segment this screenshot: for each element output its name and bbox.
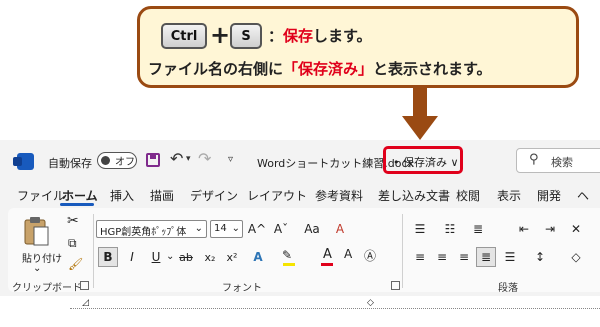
- tab-file[interactable]: ファイル: [17, 187, 65, 204]
- tab-view[interactable]: 表示: [497, 187, 521, 204]
- colon: ：: [268, 27, 284, 45]
- font-name-value: HGP創英角ﾎﾟｯﾌﾟ体: [100, 227, 187, 238]
- search-placeholder: 検索: [551, 156, 573, 169]
- paste-icon[interactable]: [22, 215, 52, 247]
- tab-home-indicator: [60, 203, 94, 206]
- chevron-down-icon: ⌄: [194, 223, 203, 234]
- word-icon: [13, 153, 34, 170]
- tab-mailings[interactable]: 差し込み文書: [378, 187, 450, 204]
- shading-icon[interactable]: ◇: [566, 247, 586, 267]
- font-color-bar: [321, 263, 333, 266]
- distribute-icon[interactable]: ☰: [500, 247, 520, 267]
- group-divider: [402, 214, 403, 288]
- bullets-icon[interactable]: ☰: [410, 219, 430, 239]
- superscript-button[interactable]: x²: [222, 247, 242, 267]
- highlight-saved: 「保存済み」: [283, 60, 374, 78]
- increase-indent-icon[interactable]: ⇥: [540, 219, 560, 239]
- strikethrough-button[interactable]: ab: [176, 247, 196, 267]
- ruler-ticks: [70, 308, 600, 309]
- s-key: S: [230, 23, 262, 49]
- highlight-save: 保存: [283, 27, 314, 45]
- tab-references[interactable]: 参考資料: [315, 187, 363, 204]
- highlighter-icon[interactable]: ✎: [282, 248, 292, 262]
- highlight-color-bar: [283, 263, 295, 266]
- plus-sign: +: [210, 21, 231, 49]
- tab-help[interactable]: ヘ: [577, 187, 589, 204]
- font-group-label: フォント: [222, 283, 262, 294]
- justify-icon[interactable]: ≣: [476, 247, 496, 267]
- underline-button[interactable]: U: [146, 247, 166, 267]
- subscript-button[interactable]: x₂: [200, 247, 220, 267]
- cut-icon[interactable]: ✂: [67, 213, 79, 229]
- numbering-icon[interactable]: ☷: [440, 219, 460, 239]
- callout-line2-post: と表示されます。: [373, 60, 492, 78]
- align-left-icon[interactable]: ≡: [410, 247, 430, 267]
- ctrl-key: Ctrl: [161, 23, 207, 49]
- font-size-value: 14: [214, 223, 227, 234]
- grow-font-button[interactable]: A^: [247, 219, 267, 239]
- tab-design[interactable]: デザイン: [190, 187, 238, 204]
- chevron-down-icon[interactable]: ⌄: [33, 263, 41, 274]
- enclosed-char-icon[interactable]: Ⓐ: [364, 247, 376, 264]
- ruler: [0, 297, 600, 327]
- toggle-knob: [101, 156, 110, 165]
- line-spacing-icon[interactable]: ↕: [530, 247, 550, 267]
- group-divider: [93, 214, 94, 288]
- center-marker-icon[interactable]: ◇: [367, 298, 374, 308]
- autosave-toggle[interactable]: オフ: [97, 152, 137, 169]
- asian-layout-icon[interactable]: ✕: [566, 219, 586, 239]
- font-color-icon[interactable]: A: [323, 247, 332, 262]
- callout-line2: ファイル名の右側に「保存済み」と表示されます。: [148, 58, 492, 79]
- search-input[interactable]: ⚲ 検索: [516, 148, 600, 173]
- font-name-select[interactable]: HGP創英角ﾎﾟｯﾌﾟ体 ⌄: [96, 220, 207, 238]
- callout-line2-pre: ファイル名の右側に: [148, 60, 284, 78]
- decrease-indent-icon[interactable]: ⇤: [514, 219, 534, 239]
- chevron-down-icon: ⌄: [231, 223, 240, 234]
- shrink-font-button[interactable]: Aˇ: [271, 219, 291, 239]
- bold-button[interactable]: B: [98, 247, 118, 267]
- toggle-state: オフ: [115, 157, 135, 168]
- tab-review[interactable]: 校閲: [456, 187, 480, 204]
- indent-marker-icon[interactable]: ◿: [82, 298, 89, 308]
- callout-line1: ：保存します。: [268, 25, 372, 46]
- shortcut-callout: Ctrl + S ：保存します。 ファイル名の右側に「保存済み」と表示されます。: [137, 6, 579, 88]
- font-launcher-icon[interactable]: [391, 281, 400, 290]
- callout-line1-rest: します。: [313, 27, 372, 45]
- text-effects-icon[interactable]: A: [248, 247, 268, 267]
- clear-formatting-button[interactable]: A: [330, 219, 350, 239]
- copy-icon[interactable]: ⧉: [68, 236, 77, 251]
- save-status[interactable]: • 保存済み ∨: [393, 154, 459, 170]
- undo-icon[interactable]: ↶: [170, 149, 183, 168]
- down-arrow-icon: [402, 88, 438, 140]
- tab-draw[interactable]: 描画: [150, 187, 174, 204]
- save-icon[interactable]: [146, 153, 160, 167]
- change-case-button[interactable]: Aa: [302, 219, 322, 239]
- align-center-icon[interactable]: ≡: [432, 247, 452, 267]
- tab-developer[interactable]: 開発: [537, 187, 561, 204]
- tab-home[interactable]: ホーム: [62, 187, 98, 204]
- format-painter-icon[interactable]: 🖌: [68, 257, 83, 271]
- multilevel-list-icon[interactable]: ≣: [468, 219, 488, 239]
- tab-insert[interactable]: 挿入: [110, 187, 134, 204]
- chevron-down-icon[interactable]: ⌄: [166, 251, 174, 262]
- chevron-down-icon[interactable]: ▾: [186, 154, 191, 164]
- clipboard-launcher-icon[interactable]: [80, 281, 89, 290]
- clipboard-group-label: クリップボード: [12, 283, 82, 294]
- redo-icon[interactable]: ↷: [198, 149, 211, 168]
- customize-qat-icon[interactable]: ▿: [228, 154, 233, 165]
- italic-button[interactable]: I: [122, 247, 142, 267]
- autosave-label: 自動保存: [48, 157, 92, 170]
- font-size-select[interactable]: 14 ⌄: [210, 220, 243, 238]
- align-right-icon[interactable]: ≡: [454, 247, 474, 267]
- paste-label[interactable]: 貼り付け: [22, 250, 62, 265]
- char-shading-icon[interactable]: A: [344, 247, 352, 261]
- paragraph-group-label: 段落: [498, 283, 518, 294]
- search-icon: ⚲: [529, 152, 539, 167]
- tab-layout[interactable]: レイアウト: [247, 187, 307, 204]
